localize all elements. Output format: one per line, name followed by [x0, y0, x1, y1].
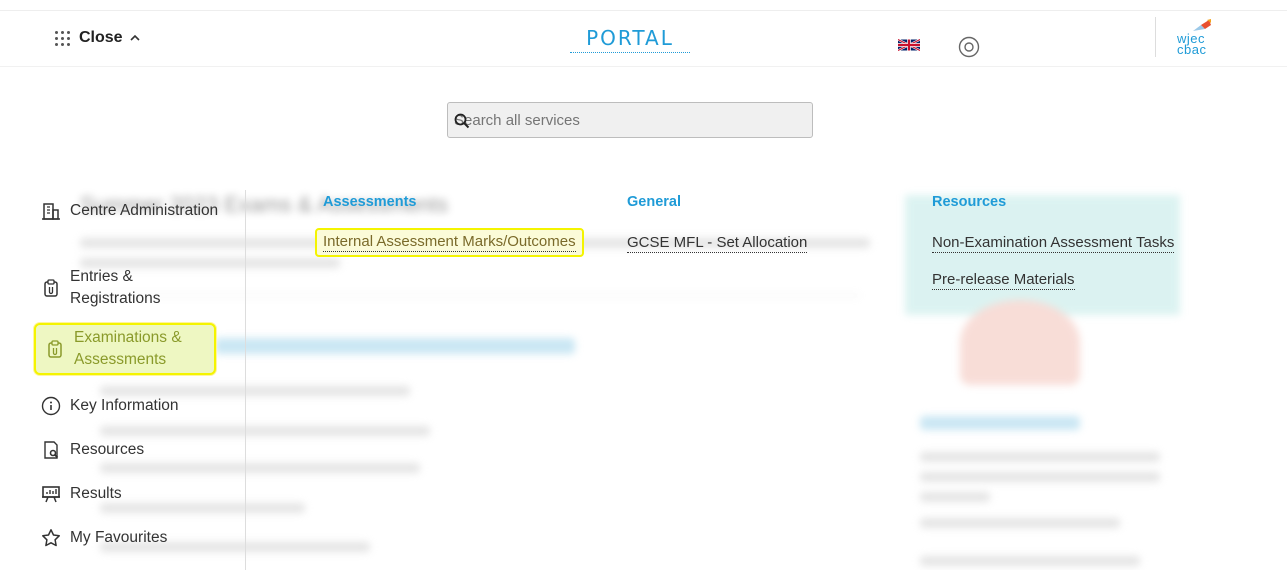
chevron-up-icon — [130, 34, 140, 41]
link-non-examination-assessment-tasks[interactable]: Non-Examination Assessment Tasks — [932, 234, 1175, 253]
background-illustration — [960, 300, 1080, 385]
star-icon — [40, 527, 62, 549]
top-bar: Close PORTAL wjec cbac — [0, 10, 1287, 67]
background-line — [920, 472, 1160, 482]
info-icon — [40, 395, 62, 417]
sidebar-item-key-information[interactable]: Key Information — [40, 395, 220, 417]
background-line — [920, 518, 1120, 528]
menu-column-general: General GCSE MFL - Set Allocation — [627, 194, 808, 253]
background-line — [920, 492, 990, 502]
building-icon — [40, 200, 62, 222]
background-side-heading — [920, 416, 1080, 430]
menu-link-wrapper: Non-Examination Assessment Tasks — [932, 234, 1175, 253]
column-heading: Assessments — [323, 194, 417, 210]
sidebar-item-label: Resources — [70, 441, 145, 458]
menu-link-wrapper: Internal Assessment Marks/Outcomes — [315, 228, 584, 257]
sidebar-item-centre-administration[interactable]: Centre Administration — [40, 200, 220, 222]
link-pre-release-materials[interactable]: Pre-release Materials — [932, 271, 1075, 290]
background-line — [920, 556, 1140, 566]
presentation-icon — [40, 483, 62, 505]
sidebar-item-examinations-assessments[interactable]: Examinations & Assessments — [34, 323, 216, 375]
sidebar-item-entries-registrations[interactable]: Entries & Registrations — [40, 266, 220, 310]
close-label: Close — [79, 29, 123, 46]
logo-divider — [1155, 17, 1156, 57]
wjec-cbac-logo[interactable]: wjec cbac — [1175, 19, 1225, 59]
sidebar: Centre Administration Entries & Registra… — [0, 190, 246, 570]
menu-link-wrapper: Pre-release Materials — [932, 271, 1075, 290]
background-line — [920, 452, 1160, 462]
grid-icon — [55, 29, 73, 47]
close-menu-button[interactable]: Close — [55, 25, 141, 51]
link-internal-assessment-marks[interactable]: Internal Assessment Marks/Outcomes — [323, 233, 576, 252]
sidebar-item-label: Entries & Registrations — [70, 268, 161, 307]
sidebar-item-label: Examinations & Assessments — [74, 329, 182, 368]
sidebar-item-my-favourites[interactable]: My Favourites — [40, 527, 220, 549]
clipboard-icon — [44, 338, 66, 360]
column-heading: Resources — [932, 194, 1007, 210]
portal-title[interactable]: PORTAL — [570, 26, 690, 53]
search-input[interactable] — [448, 103, 812, 137]
search-icon — [454, 113, 470, 129]
background-subheading — [215, 338, 575, 354]
menu-link-wrapper: GCSE MFL - Set Allocation — [627, 234, 808, 253]
logo-text-bottom: cbac — [1177, 42, 1207, 57]
background-banner — [905, 195, 1180, 315]
sidebar-item-resources[interactable]: Resources — [40, 439, 220, 461]
user-profile-icon[interactable] — [958, 36, 980, 58]
menu-column-resources: Resources Non-Examination Assessment Tas… — [932, 194, 1175, 290]
search-box[interactable] — [447, 102, 813, 138]
clipboard-icon — [40, 277, 62, 299]
sidebar-item-results[interactable]: Results — [40, 483, 220, 505]
document-search-icon — [40, 439, 62, 461]
sidebar-item-label: My Favourites — [70, 529, 168, 546]
sidebar-item-label: Results — [70, 485, 122, 502]
sidebar-item-label: Key Information — [70, 397, 179, 414]
column-heading: General — [627, 194, 681, 210]
sidebar-item-label: Centre Administration — [70, 202, 219, 219]
link-gcse-mfl-set-allocation[interactable]: GCSE MFL - Set Allocation — [627, 234, 808, 253]
menu-column-assessments: Assessments Internal Assessment Marks/Ou… — [315, 194, 584, 257]
uk-flag-icon[interactable] — [898, 38, 920, 52]
